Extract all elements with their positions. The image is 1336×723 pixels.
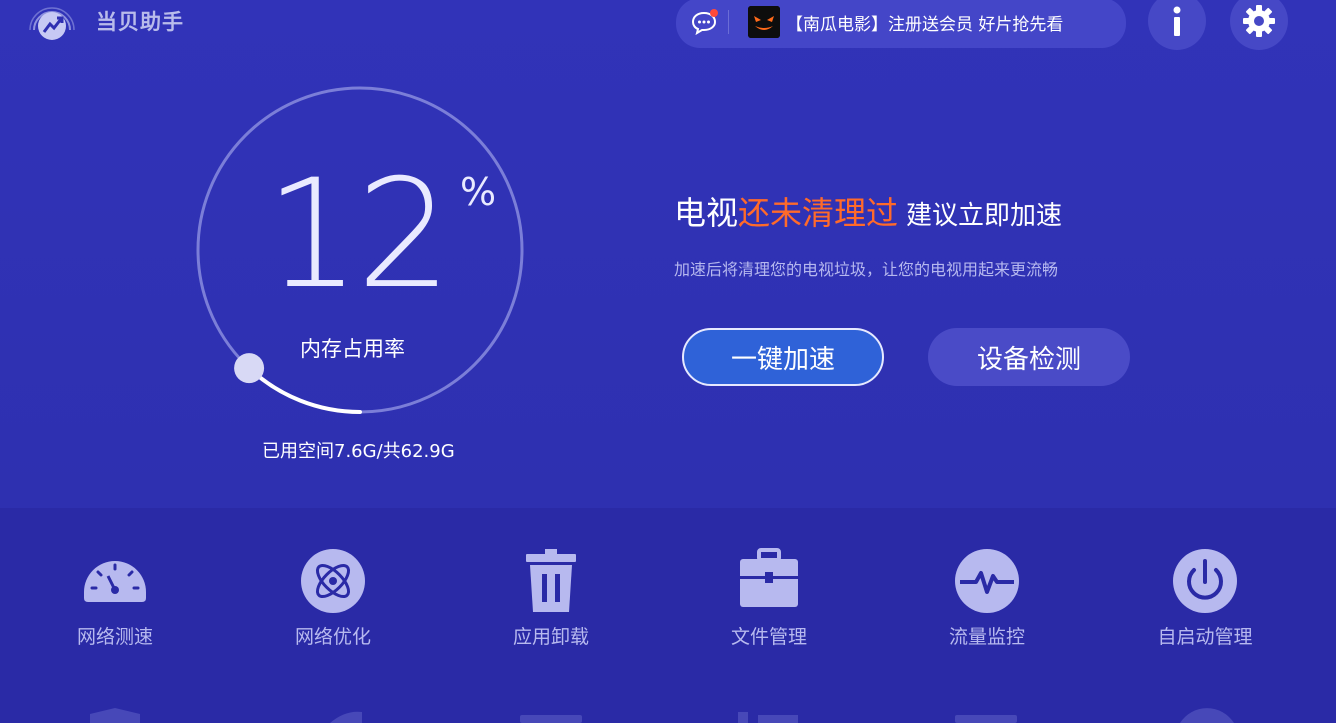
tool-label: 自启动管理 (1157, 626, 1253, 648)
tool-network-optimize[interactable]: 网络优化 (253, 548, 413, 649)
tools-second-row-partial (90, 708, 1234, 723)
info-icon (1173, 6, 1181, 36)
tool-label: 文件管理 (730, 626, 807, 648)
app-logo-icon (29, 7, 75, 40)
message-icon (691, 9, 718, 36)
tool-file-manager[interactable]: 文件管理 (689, 548, 849, 649)
power-icon (1173, 549, 1237, 613)
tool-label: 流量监控 (948, 626, 1025, 648)
headline-highlight: 还未清理过 (738, 194, 899, 232)
trash-icon (526, 549, 576, 612)
tool-autostart-manager[interactable]: 自启动管理 (1125, 548, 1285, 649)
device-detect-button[interactable]: 设备检测 (928, 328, 1130, 386)
pulse-icon (955, 549, 1019, 613)
speedometer-icon (84, 561, 146, 602)
tool-traffic-monitor[interactable]: 流量监控 (907, 548, 1067, 649)
promo-text: 【南瓜电影】注册送会员 好片抢先看 (786, 15, 1064, 35)
tool-network-speed[interactable]: 网络测速 (35, 548, 195, 649)
headline-suffix: 建议立即加速 (906, 201, 1063, 231)
clean-status-subtitle: 加速后将清理您的电视垃圾，让您的电视用起来更流畅 (674, 260, 1059, 279)
clean-status-headline: 电视还未清理过 建议立即加速 (674, 188, 1062, 234)
tool-label: 应用卸载 (512, 626, 589, 648)
tool-label: 网络测速 (76, 626, 153, 648)
headline-prefix: 电视 (674, 194, 739, 232)
storage-info: 已用空间7.6G/共62.9G (262, 441, 455, 462)
memory-usage-label: 内存占用率 (300, 337, 405, 361)
pumpkin-movie-icon (748, 6, 780, 38)
gear-icon (1243, 5, 1275, 37)
tool-label: 网络优化 (294, 626, 371, 648)
tool-app-uninstall[interactable]: 应用卸载 (471, 548, 631, 649)
memory-percent-value: 12 (265, 148, 452, 322)
promo-divider (728, 10, 729, 34)
promo-banner[interactable]: 【南瓜电影】注册送会员 好片抢先看 (676, 0, 1126, 48)
atom-icon (301, 549, 365, 613)
app-title: 当贝助手 (96, 10, 184, 34)
one-click-speedup-button[interactable]: 一键加速 (682, 328, 884, 386)
briefcase-icon (740, 548, 798, 607)
memory-percent-unit: % (460, 170, 497, 214)
